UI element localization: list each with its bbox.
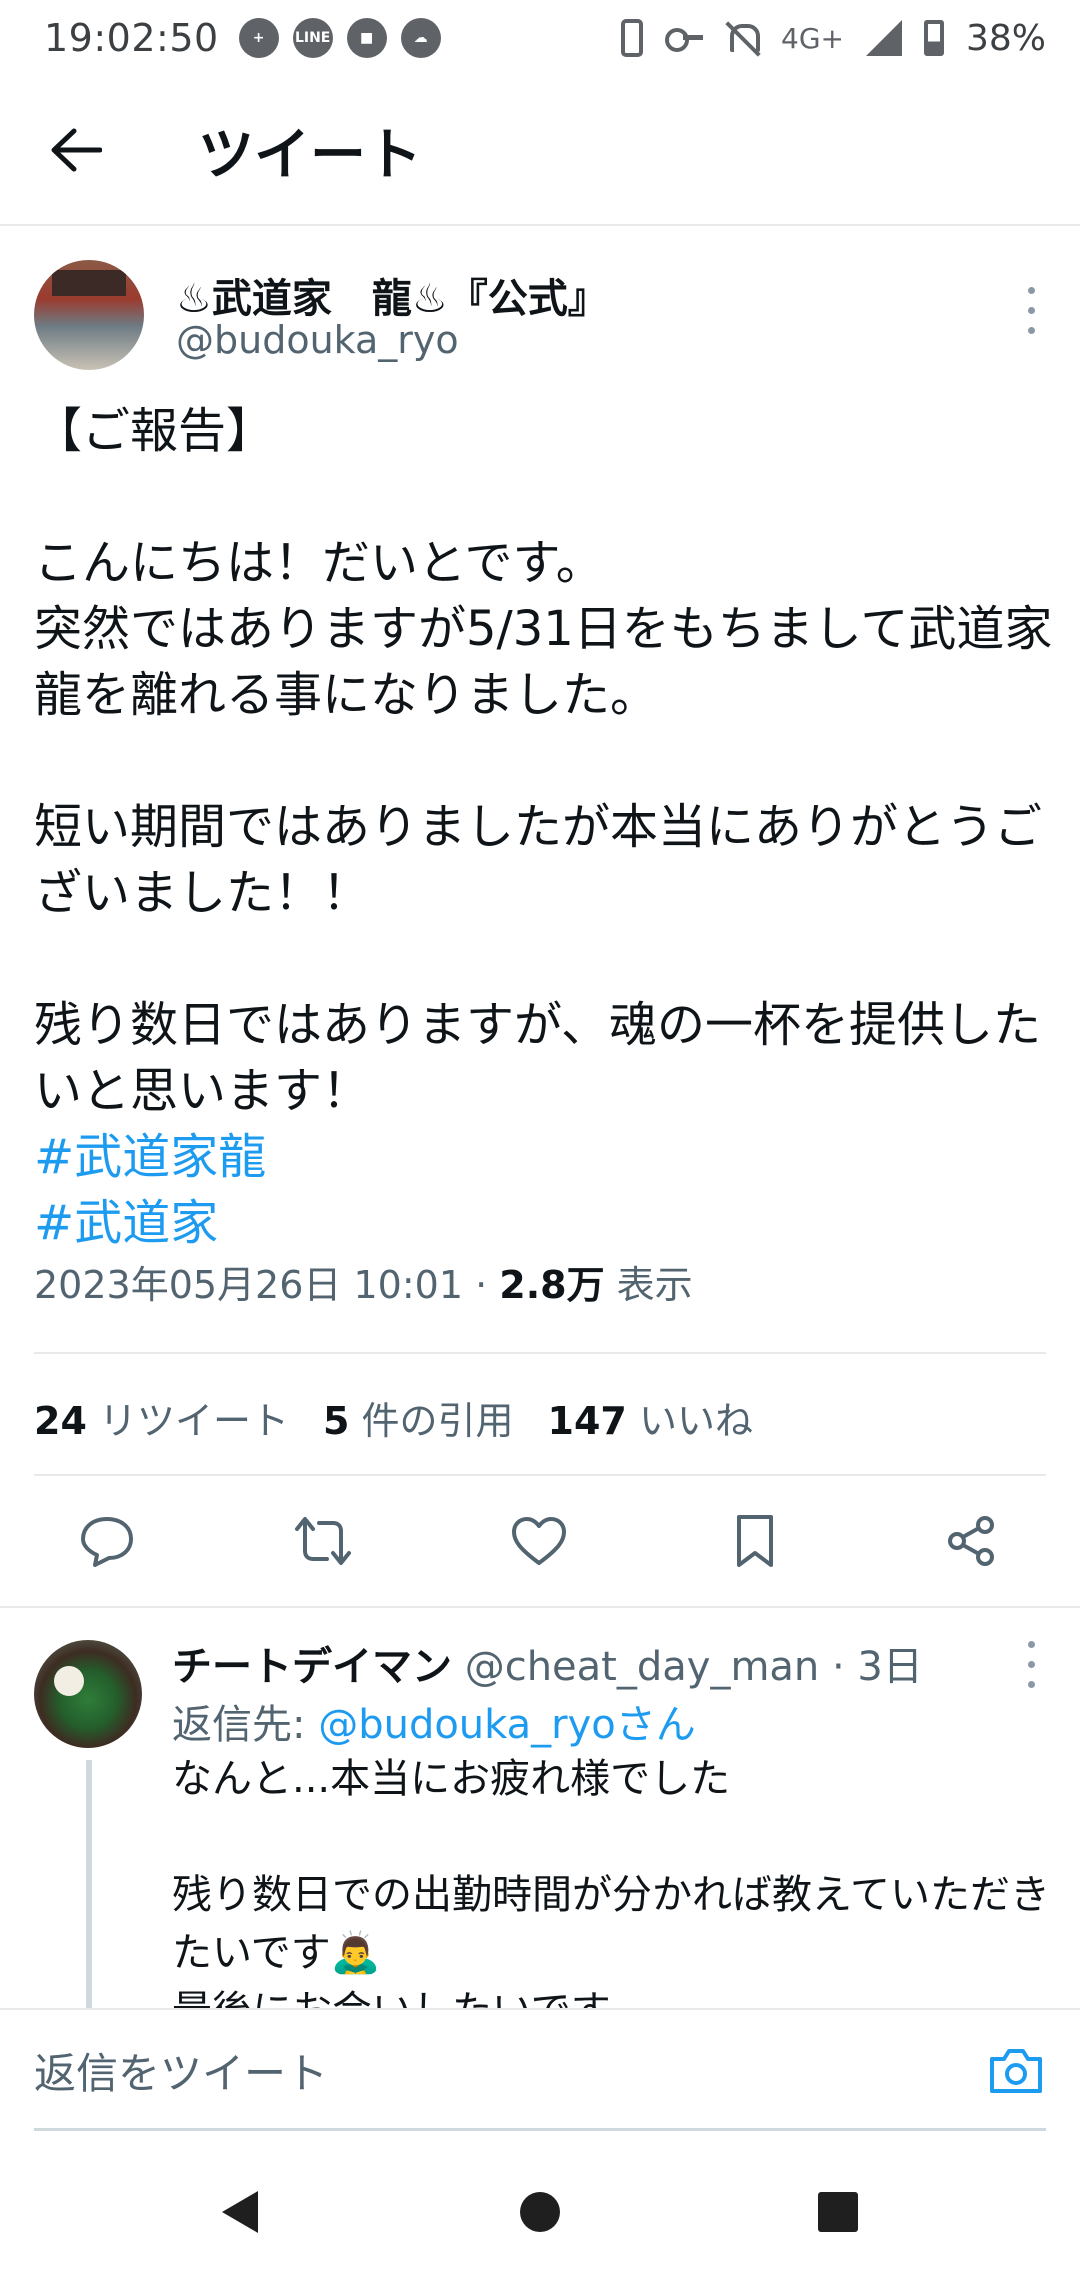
author-handle[interactable]: @budouka_ryo xyxy=(176,318,459,362)
nav-back-button[interactable] xyxy=(200,2172,280,2252)
reply-button[interactable] xyxy=(52,1486,162,1596)
bell-off-icon xyxy=(725,20,760,56)
likes-stat[interactable]: 147 いいね xyxy=(548,1390,753,1445)
more-dot-icon xyxy=(1027,1680,1035,1688)
chat-plus-icon: + xyxy=(238,18,279,58)
tweet-stats: 24 リツイート 5 件の引用 147 いいね xyxy=(34,1390,753,1445)
nav-home-button[interactable] xyxy=(500,2172,580,2252)
likes-count: 147 xyxy=(547,1399,627,1443)
hashtag-link[interactable]: #武道家龍 xyxy=(34,1124,1054,1190)
app-header: ツイート xyxy=(0,76,1080,226)
triangle-back-icon xyxy=(222,2191,258,2233)
reply-more-button[interactable] xyxy=(1016,1634,1046,1694)
tweet-timestamp: 2023年05月26日 10:01 · xyxy=(34,1263,500,1307)
bookmark-icon xyxy=(737,1515,773,1567)
tweet-actions xyxy=(0,1486,1080,1596)
phone-icon xyxy=(621,19,643,57)
divider xyxy=(34,1474,1046,1476)
quotes-label: 件の引用 xyxy=(349,1399,514,1443)
status-time: 19:02:50 xyxy=(44,16,219,60)
battery-percent: 38% xyxy=(965,17,1046,59)
more-dot-icon xyxy=(1027,306,1035,314)
reply-to-label: 返信先: xyxy=(172,1702,319,1748)
more-dot-icon xyxy=(1027,286,1035,294)
like-button[interactable] xyxy=(484,1486,594,1596)
reply-text: なんと...本当にお疲れ様でした 残り数日での出勤時間が分かれば教えていただきた… xyxy=(172,1756,1050,2010)
system-icons: 4G+ 38% xyxy=(621,18,1046,59)
share-icon xyxy=(948,1516,994,1566)
retweets-stat[interactable]: 24 リツイート xyxy=(34,1390,289,1445)
tweet-text: 【ご報告】 こんにちは！だいとです。 突然ではありますが5/31日をもちまして武… xyxy=(34,398,1054,1256)
reply-input[interactable]: 返信をツイート xyxy=(34,2040,328,2101)
page-title: ツイート xyxy=(198,122,422,188)
author-avatar[interactable] xyxy=(34,260,144,370)
reply-header: チートデイマン @cheat_day_man · 3日 xyxy=(172,1634,923,1692)
weather-icon: ☁ xyxy=(400,18,441,58)
reply-to: 返信先: @budouka_ryoさん xyxy=(172,1692,696,1750)
reply-author-name[interactable]: チートデイマン xyxy=(172,1644,452,1690)
key-icon xyxy=(665,28,703,52)
quotes-stat[interactable]: 5 件の引用 xyxy=(323,1390,514,1445)
author-name[interactable]: ♨武道家 龍♨『公式』 xyxy=(176,266,608,324)
retweet-icon xyxy=(295,1517,351,1565)
quotes-count: 5 xyxy=(322,1399,350,1443)
reply-tweet[interactable]: チートデイマン @cheat_day_man · 3日 返信先: @budouk… xyxy=(0,1610,1080,2010)
bookmark-button[interactable] xyxy=(700,1486,810,1596)
more-dot-icon xyxy=(1027,1640,1035,1648)
camera-button[interactable] xyxy=(986,2040,1046,2100)
retweets-count: 24 xyxy=(34,1399,87,1443)
views-count[interactable]: 2.8万 xyxy=(499,1263,604,1307)
hashtag-link[interactable]: #武道家 xyxy=(34,1190,1054,1256)
more-dot-icon xyxy=(1027,1660,1035,1668)
share-button[interactable] xyxy=(916,1486,1026,1596)
retweets-label: リツイート xyxy=(86,1399,289,1443)
reply-author-handle: @cheat_day_man · 3日 xyxy=(452,1644,923,1690)
app-icon: ■ xyxy=(346,18,387,58)
divider xyxy=(34,1352,1046,1354)
tweet-meta: 2023年05月26日 10:01 · 2.8万 表示 xyxy=(34,1254,693,1309)
network-label: 4G+ xyxy=(781,21,844,55)
camera-icon xyxy=(990,2049,1042,2093)
likes-label: いいね xyxy=(626,1399,753,1443)
line-icon: LINE xyxy=(292,18,333,58)
system-nav-bar xyxy=(0,2146,1080,2280)
status-bar: 19:02:50 + LINE ■ ☁ 4G+ 38% xyxy=(0,0,1080,76)
reply-avatar[interactable] xyxy=(34,1640,142,1748)
notification-icons: + LINE ■ ☁ xyxy=(238,18,441,58)
heart-icon xyxy=(512,1517,566,1565)
tweet-body-text: 【ご報告】 こんにちは！だいとです。 突然ではありますが5/31日をもちまして武… xyxy=(34,403,1053,1119)
back-button[interactable] xyxy=(26,100,126,200)
thread-line xyxy=(86,1760,92,2010)
comment-icon xyxy=(81,1517,133,1567)
arrow-left-icon xyxy=(51,128,102,172)
circle-home-icon xyxy=(520,2192,560,2232)
reply-compose-bar: 返信をツイート xyxy=(0,2008,1080,2128)
views-label: 表示 xyxy=(604,1263,693,1307)
more-dot-icon xyxy=(1027,326,1035,334)
more-options-button[interactable] xyxy=(1016,280,1046,340)
reply-to-link[interactable]: @budouka_ryoさん xyxy=(318,1702,696,1748)
divider xyxy=(0,1606,1080,1608)
nav-recents-button[interactable] xyxy=(798,2172,878,2252)
retweet-button[interactable] xyxy=(268,1486,378,1596)
battery-icon xyxy=(923,20,944,56)
tweet-author: ♨武道家 龍♨『公式』 @budouka_ryo xyxy=(34,260,1046,370)
compose-underline xyxy=(34,2128,1046,2131)
square-recents-icon xyxy=(818,2192,858,2232)
signal-icon xyxy=(865,20,902,56)
